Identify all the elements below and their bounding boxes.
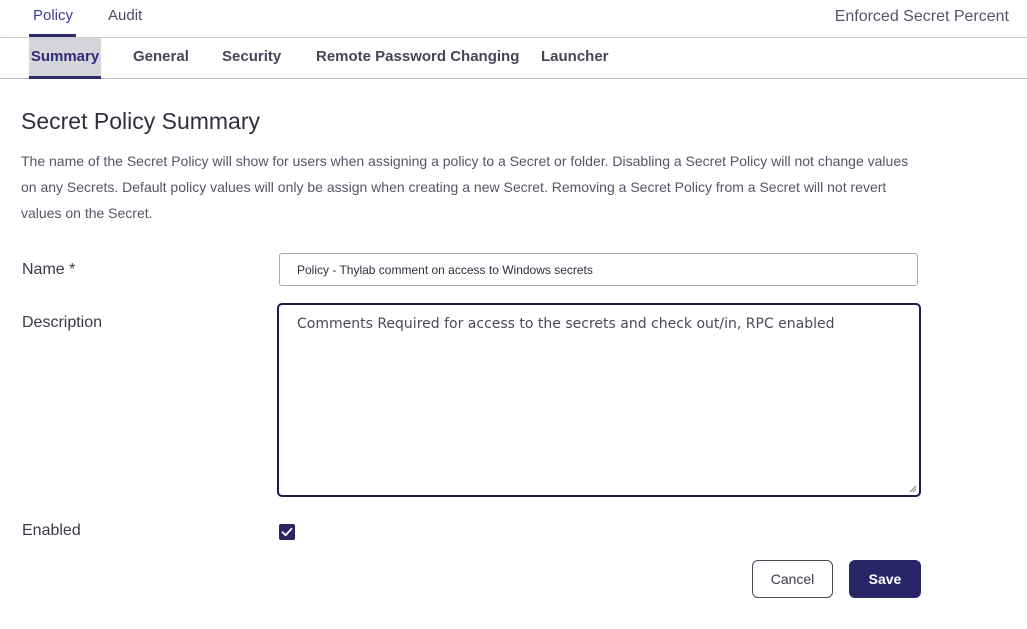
subtab-launcher[interactable]: Launcher: [541, 38, 609, 76]
tab-audit[interactable]: Audit: [108, 7, 142, 24]
subtab-security[interactable]: Security: [222, 38, 281, 76]
check-icon: [281, 527, 293, 537]
active-tab-indicator: [29, 34, 76, 37]
subtab-remote-password-changing[interactable]: Remote Password Changing: [316, 38, 519, 76]
page-title: Secret Policy Summary: [21, 108, 261, 134]
save-button[interactable]: Save: [849, 560, 921, 598]
description-label: Description: [22, 314, 103, 331]
description-textarea[interactable]: Comments Required for access to the secr…: [277, 303, 921, 497]
tab-policy[interactable]: Policy: [33, 7, 73, 24]
resize-grip-icon[interactable]: [909, 485, 917, 493]
sub-tab-bar: Summary General Security Remote Password…: [0, 38, 1027, 79]
enabled-checkbox[interactable]: [279, 524, 295, 540]
page-description: The name of the Secret Policy will show …: [21, 153, 909, 221]
subtab-general[interactable]: General: [133, 38, 189, 76]
enforced-secret-percent-link[interactable]: Enforced Secret Percent: [835, 8, 1009, 26]
top-tab-bar: Policy Audit Enforced Secret Percent: [0, 0, 1027, 38]
name-label: Name *: [22, 261, 76, 278]
enabled-label: Enabled: [22, 522, 81, 539]
cancel-button[interactable]: Cancel: [752, 560, 833, 598]
subtab-summary[interactable]: Summary: [29, 38, 101, 79]
name-input[interactable]: [279, 253, 918, 286]
